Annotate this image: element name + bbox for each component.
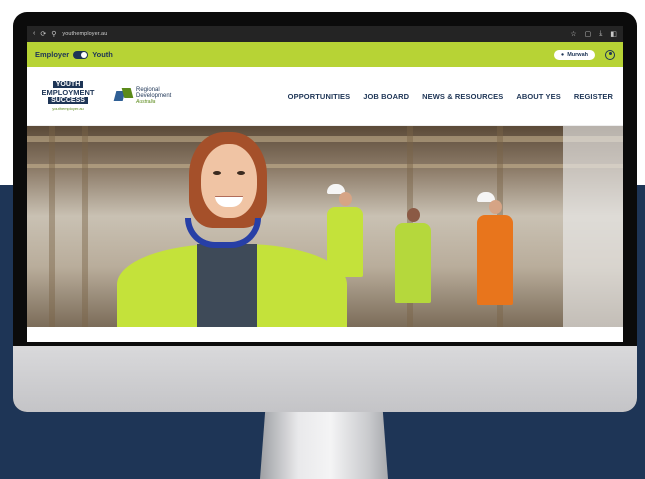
- back-icon[interactable]: ‹: [33, 30, 35, 38]
- monitor-chin: [13, 346, 637, 412]
- nav-job-board[interactable]: JOB BOARD: [363, 92, 409, 101]
- address-bar[interactable]: youthemployer.au: [62, 31, 564, 37]
- yes-logo-line2: EMPLOYMENT: [41, 88, 95, 97]
- hero-person: [97, 126, 357, 327]
- toggle-switch[interactable]: [73, 50, 89, 59]
- monitor-stand: [260, 412, 388, 479]
- browser-toolbar: ‹ ⟳ ⚲ youthemployer.au ☆ ▢ ⤓ ◧: [27, 26, 623, 42]
- nav-register[interactable]: REGISTER: [574, 92, 613, 101]
- user-circle-icon[interactable]: [605, 49, 615, 60]
- nav-opportunities[interactable]: OPPORTUNITIES: [288, 92, 351, 101]
- nav-news-resources[interactable]: NEWS & RESOURCES: [422, 92, 503, 101]
- site-header: YOUTH EMPLOYMENT SUCCESS youthemployer.a…: [27, 67, 623, 126]
- rda-line3: Australia: [136, 99, 156, 105]
- monitor: ‹ ⟳ ⚲ youthemployer.au ☆ ▢ ⤓ ◧ Employer …: [13, 12, 637, 412]
- site-info-icon[interactable]: ⚲: [51, 30, 56, 38]
- location-label: Murwah: [567, 51, 588, 58]
- background-worker: [395, 208, 431, 303]
- strip-right: ● Murwah: [553, 49, 615, 60]
- rda-mark-icon: [113, 88, 134, 104]
- tab-icon[interactable]: ▢: [585, 30, 592, 38]
- hero-image: [27, 126, 623, 327]
- nav-about-yes[interactable]: ABOUT YES: [516, 92, 561, 101]
- rda-logo[interactable]: Regional Development Australia: [113, 87, 171, 105]
- browser-actions: ☆ ▢ ⤓ ◧: [570, 30, 617, 38]
- youth-label[interactable]: Youth: [92, 50, 113, 59]
- location-button[interactable]: ● Murwah: [553, 49, 595, 60]
- map-pin-icon: ●: [560, 51, 565, 58]
- yes-logo-line3: SUCCESS: [48, 97, 88, 104]
- sidebar-icon[interactable]: ◧: [610, 30, 617, 38]
- browser-screen: ‹ ⟳ ⚲ youthemployer.au ☆ ▢ ⤓ ◧ Employer …: [27, 26, 623, 342]
- yes-logo[interactable]: YOUTH EMPLOYMENT SUCCESS youthemployer.a…: [33, 71, 103, 121]
- yes-logo-line1: YOUTH: [52, 81, 84, 88]
- employer-label[interactable]: Employer: [35, 50, 69, 59]
- rda-wordmark: Regional Development Australia: [136, 87, 171, 105]
- download-icon[interactable]: ⤓: [599, 30, 602, 38]
- reload-icon[interactable]: ⟳: [40, 30, 46, 38]
- yes-logo-url: youthemployer.au: [52, 106, 84, 111]
- background-worker: [477, 192, 513, 305]
- audience-strip: Employer Youth ● Murwah: [27, 42, 623, 67]
- main-navigation: OPPORTUNITIES JOB BOARD NEWS & RESOURCES…: [288, 92, 613, 101]
- audience-toggle[interactable]: Employer Youth: [35, 50, 113, 59]
- browser-nav: ‹ ⟳ ⚲: [33, 30, 56, 38]
- bookmark-icon[interactable]: ☆: [570, 30, 576, 38]
